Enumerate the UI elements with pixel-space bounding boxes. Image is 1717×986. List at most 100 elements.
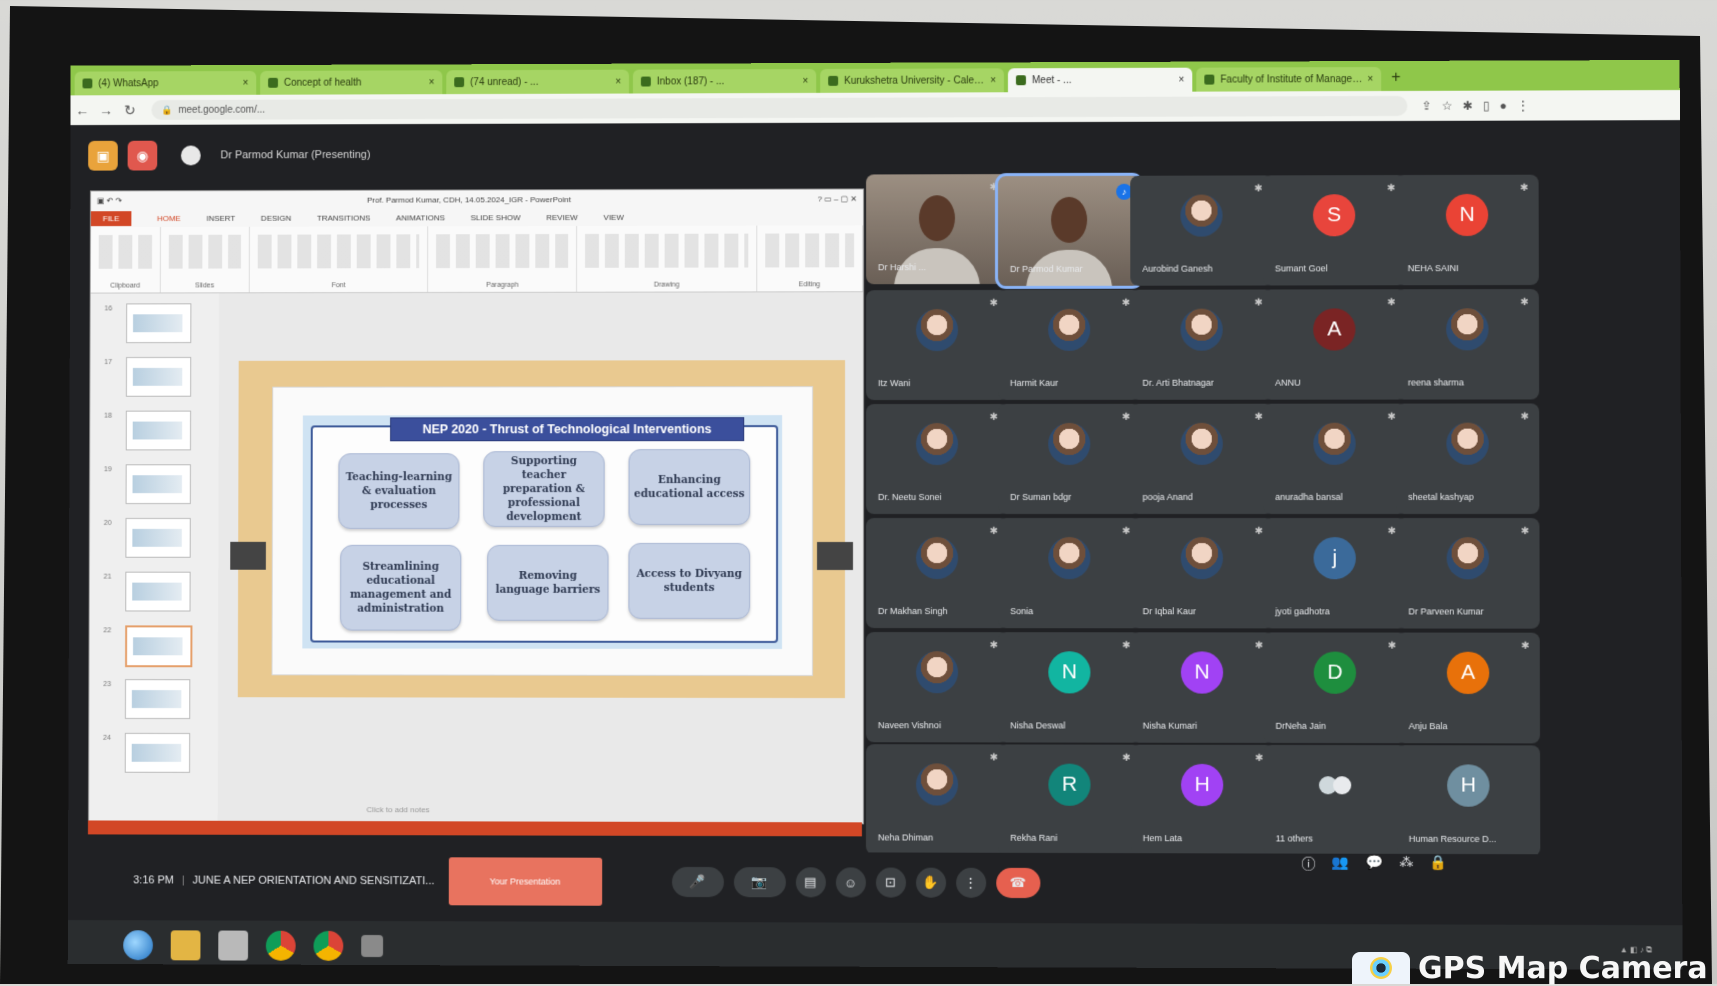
slide-thumbnail[interactable]: [125, 517, 191, 558]
participant-tile[interactable]: ✱ Dr Parveen Kumar: [1396, 518, 1540, 629]
participant-tile[interactable]: ✱ Dr Iqbal Kaur: [1130, 518, 1274, 629]
chat-icon[interactable]: 💬: [1365, 854, 1383, 874]
participant-tile[interactable]: ✱ Dr. Neetu Sonei: [866, 403, 1009, 514]
close-tab-icon[interactable]: ×: [1367, 74, 1373, 85]
participant-tile[interactable]: A ✱ ANNU: [1262, 289, 1406, 400]
reload-icon[interactable]: ↻: [118, 102, 142, 119]
ppt-tab-animations[interactable]: ANIMATIONS: [396, 213, 445, 222]
participant-tile[interactable]: ✱ Dr Harshi ...: [866, 174, 1009, 285]
participant-tile[interactable]: j ✱ jyoti gadhotra: [1263, 518, 1407, 629]
browser-tab-active[interactable]: Meet - ... ×: [1007, 67, 1193, 93]
present-screen-icon[interactable]: ⊡: [875, 867, 906, 898]
media-icon[interactable]: [218, 930, 249, 961]
slide-thumbnail-selected[interactable]: [125, 625, 193, 668]
ppt-tab-review[interactable]: REVIEW: [546, 213, 577, 222]
share-icon[interactable]: ⇪: [1421, 99, 1431, 113]
host-controls-icon[interactable]: 🔒: [1429, 854, 1447, 874]
start-button-icon[interactable]: [123, 930, 153, 961]
captions-icon[interactable]: ▤: [795, 867, 826, 898]
participant-tile[interactable]: ✱ Harmit Kaur: [998, 289, 1141, 400]
ribbon-group-font[interactable]: Font: [249, 226, 429, 293]
browser-tab[interactable]: (74 unread) - ... ×: [446, 69, 629, 95]
ribbon-group-editing[interactable]: Editing: [756, 225, 864, 292]
current-slide[interactable]: NEP 2020 - Thrust of Technological Inter…: [271, 386, 814, 677]
notes-placeholder[interactable]: Click to add notes: [366, 805, 429, 814]
bookmark-star-icon[interactable]: ☆: [1442, 99, 1453, 113]
participant-tile[interactable]: ✱ Aurobind Ganesh: [1130, 175, 1273, 286]
ppt-quick-access-icon[interactable]: ▣ ↶ ↷: [97, 196, 122, 205]
slide-thumbnail[interactable]: [125, 410, 192, 451]
slide-thumbnail[interactable]: [125, 464, 191, 505]
participant-tile[interactable]: ♪ Dr Parmod Kumar: [994, 172, 1144, 289]
participant-tile[interactable]: ✱ Dr. Arti Bhatnagar: [1130, 289, 1274, 400]
close-tab-icon[interactable]: ×: [429, 77, 435, 88]
sidepanel-icon[interactable]: ▯: [1483, 99, 1490, 113]
slide-thumbnail[interactable]: [125, 356, 192, 397]
info-icon[interactable]: ⓘ: [1301, 854, 1315, 874]
participant-tile[interactable]: R ✱ Rekha Rani: [998, 744, 1141, 856]
ppt-tab-file[interactable]: FILE: [90, 210, 132, 226]
emoji-icon[interactable]: ☺: [835, 867, 866, 898]
chrome-icon[interactable]: [265, 930, 296, 961]
close-tab-icon[interactable]: ×: [615, 76, 621, 87]
participant-tile[interactable]: ✱ Sonia: [998, 518, 1141, 629]
file-explorer-icon[interactable]: [170, 930, 201, 961]
address-bar[interactable]: 🔒 meet.google.com/...: [151, 95, 1408, 120]
slide-thumbnail[interactable]: [124, 732, 191, 773]
participant-tile[interactable]: ✱ pooja Anand: [1130, 403, 1274, 514]
slide-thumbnail[interactable]: [124, 679, 191, 720]
others-tile[interactable]: 11 others: [1263, 744, 1407, 856]
ppt-window-controls[interactable]: ? ▭ – ▢ ✕: [818, 194, 858, 203]
more-options-icon[interactable]: ⋮: [955, 867, 986, 898]
participant-tile[interactable]: H ✱ Hem Lata: [1130, 744, 1274, 856]
activities-icon[interactable]: ⁂: [1399, 854, 1413, 874]
ppt-tab-transitions[interactable]: TRANSITIONS: [317, 213, 370, 222]
browser-tab[interactable]: Inbox (187) - ... ×: [632, 68, 817, 94]
leave-call-button[interactable]: ☎: [995, 867, 1040, 899]
browser-tab[interactable]: Concept of health ×: [260, 70, 443, 95]
participant-tile[interactable]: H Human Resource D...: [1396, 745, 1541, 857]
back-arrow-icon[interactable]: ←: [71, 102, 95, 118]
participant-tile[interactable]: ✱ anuradha bansal: [1263, 403, 1407, 514]
ppt-tab-design[interactable]: DESIGN: [261, 213, 291, 222]
app-icon[interactable]: [361, 934, 384, 958]
chrome-icon[interactable]: [313, 930, 344, 961]
participant-tile[interactable]: N ✱ NEHA SAINI: [1395, 174, 1539, 286]
ppt-tab-slideshow[interactable]: SLIDE SHOW: [471, 213, 521, 222]
participant-tile[interactable]: ✱ Neha Dhiman: [865, 744, 1009, 855]
close-tab-icon[interactable]: ×: [802, 75, 808, 86]
extensions-icon[interactable]: ✱: [1463, 99, 1473, 113]
participant-tile[interactable]: S ✱ Sumant Goel: [1262, 175, 1406, 286]
ribbon-group-clipboard[interactable]: Clipboard: [90, 226, 161, 293]
your-presentation-button[interactable]: Your Presentation: [448, 857, 602, 906]
stop-presenting-icon[interactable]: ◉: [127, 140, 158, 171]
mic-button[interactable]: 🎤: [671, 866, 724, 898]
ribbon-group-slides[interactable]: Slides: [160, 226, 251, 293]
ppt-tab-insert[interactable]: INSERT: [206, 213, 235, 222]
participant-tile[interactable]: ✱ Itz Wani: [866, 289, 1009, 401]
ribbon-group-paragraph[interactable]: Paragraph: [428, 226, 578, 292]
participant-tile[interactable]: N ✱ Nisha Deswal: [998, 632, 1141, 743]
browser-tab[interactable]: Kurukshetra University - Calendar ×: [820, 68, 1004, 93]
ribbon-group-drawing[interactable]: Drawing: [577, 225, 757, 292]
participant-tile[interactable]: ✱ Dr Suman bdgr: [998, 403, 1141, 514]
ppt-tab-view[interactable]: VIEW: [604, 212, 624, 221]
slide-thumbnail[interactable]: [125, 571, 191, 612]
close-tab-icon[interactable]: ×: [243, 77, 249, 88]
profile-icon[interactable]: ●: [1500, 99, 1507, 113]
people-icon[interactable]: 👥: [1332, 854, 1350, 874]
browser-tab[interactable]: (4) WhatsApp ×: [74, 70, 257, 96]
close-tab-icon[interactable]: ×: [990, 75, 996, 86]
participant-tile[interactable]: ✱ reena sharma: [1395, 289, 1540, 400]
participant-tile[interactable]: D ✱ DrNeha Jain: [1263, 632, 1407, 744]
browser-tab[interactable]: Faculty of Institute of Management ×: [1196, 66, 1382, 92]
menu-kebab-icon[interactable]: ⋮: [1517, 99, 1529, 113]
new-tab-button[interactable]: +: [1391, 69, 1400, 87]
slide-thumbnail[interactable]: [126, 303, 192, 344]
participant-tile[interactable]: ✱ Dr Makhan Singh: [865, 517, 1009, 629]
pip-icon[interactable]: ▣: [88, 140, 118, 171]
participant-tile[interactable]: ✱ sheetal kashyap: [1395, 403, 1540, 514]
close-tab-icon[interactable]: ×: [1178, 74, 1184, 85]
participant-tile[interactable]: ✱ Naveen Vishnoi: [865, 632, 1009, 743]
forward-arrow-icon[interactable]: →: [94, 102, 118, 118]
